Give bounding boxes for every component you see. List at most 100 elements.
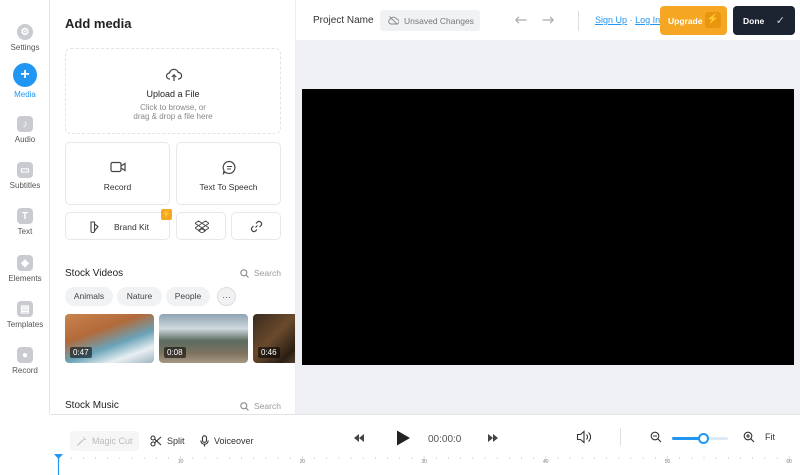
sidebar-item-settings[interactable]: ⚙ Settings xyxy=(0,20,50,64)
link-button[interactable] xyxy=(231,212,281,240)
plus-icon: + xyxy=(13,63,37,87)
sidebar-item-label: Text xyxy=(17,227,33,236)
playhead-marker[interactable] xyxy=(54,454,63,475)
dropbox-icon xyxy=(195,220,209,233)
microphone-icon xyxy=(200,435,209,447)
rewind-icon[interactable] xyxy=(353,433,365,443)
auth-links: Sign Up · Log In xyxy=(595,15,660,25)
stock-video-thumbnail[interactable]: 0:47 xyxy=(65,314,154,363)
stock-music-title: Stock Music xyxy=(65,400,119,411)
cloud-upload-icon xyxy=(166,68,182,81)
cloud-off-icon xyxy=(388,16,399,25)
search-placeholder: Search xyxy=(254,268,281,278)
video-duration: 0:47 xyxy=(70,347,92,358)
record-button[interactable]: Record xyxy=(65,142,170,205)
search-icon xyxy=(240,268,249,278)
ruler-label: 60 xyxy=(786,459,792,465)
sidebar-item-label: Templates xyxy=(6,320,44,329)
sidebar-item-audio[interactable]: ♪ Audio xyxy=(0,112,50,156)
checkmark-icon: ✓ xyxy=(775,15,785,27)
brand-kit-button[interactable]: Brand Kit xyxy=(65,212,170,240)
panel-title: Add media xyxy=(65,16,132,31)
project-name[interactable]: Project Name xyxy=(313,15,374,26)
magic-cut-button[interactable]: Magic Cut xyxy=(70,431,139,451)
ruler-label: 30 xyxy=(421,459,427,465)
upgrade-button[interactable]: Upgrade ⚡ xyxy=(660,6,727,35)
zoom-slider-handle[interactable] xyxy=(697,433,709,444)
scissors-icon xyxy=(150,435,162,447)
search-icon xyxy=(240,401,249,411)
upload-dropzone[interactable]: Upload a File Click to browse, or drag &… xyxy=(65,48,281,134)
ruler-label: 50 xyxy=(665,459,671,465)
save-status-label: Unsaved Changes xyxy=(404,15,474,26)
zoom-out-icon[interactable] xyxy=(650,431,662,443)
dropbox-button[interactable] xyxy=(176,212,226,240)
record-icon: ● xyxy=(17,347,33,363)
subtitles-icon: ▭ xyxy=(17,162,33,178)
tts-label: Text To Speech xyxy=(199,182,258,192)
sidebar-item-elements[interactable]: ◆ Elements xyxy=(0,251,50,295)
sidebar-item-label: Media xyxy=(14,90,36,99)
text-to-speech-button[interactable]: Text To Speech xyxy=(176,142,281,205)
save-status: Unsaved Changes xyxy=(380,10,480,31)
brand-kit-label: Brand Kit xyxy=(114,222,149,232)
stock-music-search[interactable]: Search xyxy=(240,401,281,411)
gear-icon: ⚙ xyxy=(17,24,33,40)
canvas-stage xyxy=(296,40,800,414)
auth-separator: · xyxy=(629,15,633,25)
play-icon[interactable] xyxy=(394,429,412,447)
zoom-slider[interactable] xyxy=(672,433,728,444)
stock-videos-search[interactable]: Search xyxy=(240,268,281,278)
sidebar-item-text[interactable]: T Text xyxy=(0,204,50,248)
log-in-link[interactable]: Log In xyxy=(635,15,660,25)
timeline-bar: Magic Cut Split Voiceover 00:00:0 Fit 10… xyxy=(50,414,800,475)
shapes-icon: ◆ xyxy=(17,255,33,271)
more-chips-button[interactable]: ··· xyxy=(217,287,236,306)
fast-forward-icon[interactable] xyxy=(487,433,499,443)
done-button[interactable]: Done ✓ xyxy=(733,6,795,35)
video-canvas[interactable] xyxy=(302,89,794,365)
undo-icon[interactable] xyxy=(514,13,528,27)
sidebar-item-subtitles[interactable]: ▭ Subtitles xyxy=(0,158,50,202)
redo-icon[interactable] xyxy=(541,13,555,27)
upgrade-label: Upgrade xyxy=(668,15,703,26)
current-time: 00:00:0 xyxy=(428,434,462,445)
magic-cut-label: Magic Cut xyxy=(92,436,133,446)
chip-people[interactable]: People xyxy=(166,287,210,306)
stock-video-thumbnail[interactable]: 0:46 xyxy=(253,314,295,363)
music-note-icon: ♪ xyxy=(17,116,33,132)
split-button[interactable]: Split xyxy=(150,431,185,451)
ruler-label: 40 xyxy=(543,459,549,465)
voiceover-button[interactable]: Voiceover xyxy=(200,431,254,451)
ruler-label: 20 xyxy=(300,459,306,465)
sidebar-item-templates[interactable]: ▤ Templates xyxy=(0,297,50,341)
stock-video-thumbnail[interactable]: 0:08 xyxy=(159,314,248,363)
text-icon: T xyxy=(17,208,33,224)
divider xyxy=(578,11,579,31)
fit-button[interactable]: Fit xyxy=(765,432,775,442)
voiceover-label: Voiceover xyxy=(214,436,254,446)
chip-nature[interactable]: Nature xyxy=(117,287,162,306)
upload-subtitle: Click to browse, or drag & drop a file h… xyxy=(66,103,280,121)
upload-title: Upload a File xyxy=(146,89,200,99)
upload-subtitle-line: drag & drop a file here xyxy=(133,112,213,121)
sidebar-item-label: Subtitles xyxy=(9,181,41,190)
upload-subtitle-line: Click to browse, or xyxy=(140,103,206,112)
timeline-ruler[interactable]: 10 20 30 40 50 60 xyxy=(50,456,800,475)
ruler-label: 10 xyxy=(178,459,184,465)
lightning-icon: ⚡ xyxy=(705,12,721,28)
sidebar-item-media[interactable]: + Media xyxy=(0,63,50,107)
video-camera-icon xyxy=(110,161,126,173)
chip-animals[interactable]: Animals xyxy=(65,287,113,306)
sidebar-item-label: Settings xyxy=(10,43,40,52)
zoom-in-icon[interactable] xyxy=(743,431,755,443)
stock-videos-title: Stock Videos xyxy=(65,268,124,279)
search-placeholder: Search xyxy=(254,401,281,411)
divider xyxy=(620,428,621,446)
video-duration: 0:08 xyxy=(164,347,186,358)
volume-icon[interactable] xyxy=(576,430,592,444)
sidebar-item-record[interactable]: ● Record xyxy=(0,343,50,387)
speech-bubble-icon xyxy=(222,160,236,175)
sign-up-link[interactable]: Sign Up xyxy=(595,15,627,25)
sidebar-item-label: Elements xyxy=(8,274,42,283)
